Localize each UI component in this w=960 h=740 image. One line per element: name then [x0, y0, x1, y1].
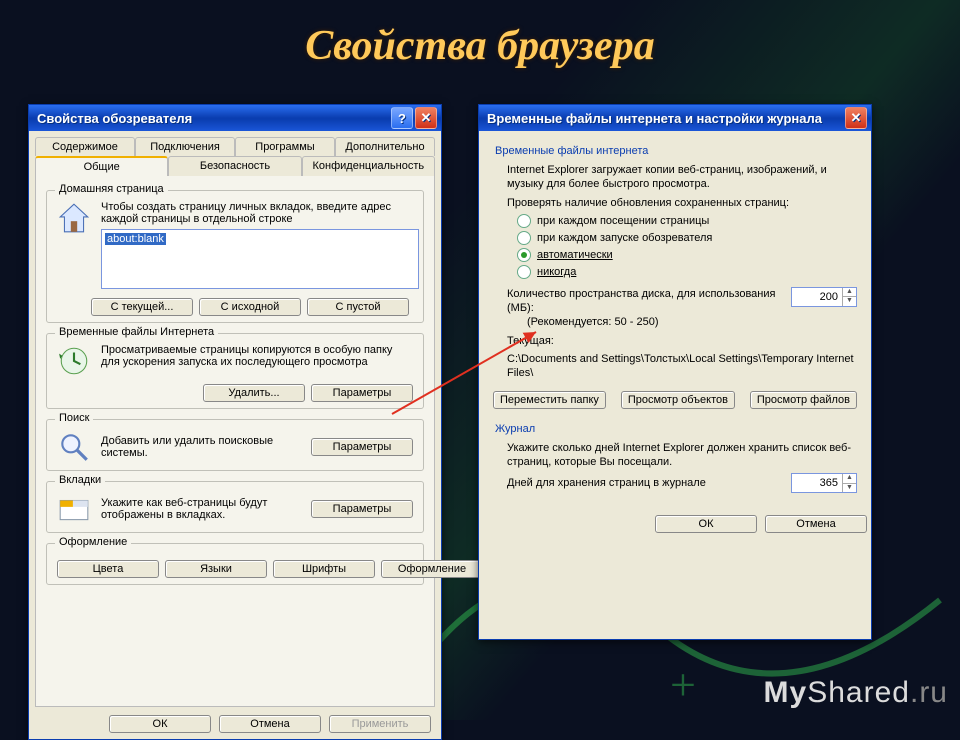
temp-settings-button[interactable]: Параметры: [311, 384, 413, 402]
days-input[interactable]: [792, 474, 842, 492]
tab-row-upper: Содержимое Подключения Программы Дополни…: [35, 137, 435, 156]
titlebar[interactable]: Свойства обозревателя ? ✕: [29, 105, 441, 131]
radio-auto[interactable]: автоматически: [517, 248, 857, 262]
tabs-settings-button[interactable]: Параметры: [311, 500, 413, 518]
svg-text:+: +: [670, 659, 696, 710]
help-button[interactable]: ?: [391, 107, 413, 129]
radio-label: при каждом посещении страницы: [537, 215, 709, 227]
section-journal-heading: Журнал: [495, 423, 857, 435]
disk-space-input[interactable]: [792, 288, 842, 306]
cancel-button[interactable]: Отмена: [765, 515, 867, 533]
disk-space-spinner[interactable]: ▲▼: [791, 287, 857, 307]
use-default-button[interactable]: С исходной: [199, 298, 301, 316]
window-temp-settings: Временные файлы интернета и настройки жу…: [478, 104, 872, 640]
current-label: Текущая:: [507, 334, 857, 348]
watermark-left: My: [764, 676, 808, 709]
close-button[interactable]: ✕: [845, 107, 867, 129]
view-files-button[interactable]: Просмотр файлов: [750, 391, 857, 409]
ok-button[interactable]: ОК: [109, 715, 211, 733]
view-objects-button[interactable]: Просмотр объектов: [621, 391, 735, 409]
home-icon: [57, 201, 91, 235]
move-folder-button[interactable]: Переместить папку: [493, 391, 606, 409]
temp-desc2: Проверять наличие обновления сохраненных…: [507, 196, 857, 210]
group-homepage: Домашняя страница Чтобы создать страницу…: [46, 190, 424, 323]
tab-content[interactable]: Содержимое: [35, 137, 135, 156]
current-path: C:\Documents and Settings\Толстых\Local …: [507, 352, 857, 381]
days-spinner[interactable]: ▲▼: [791, 473, 857, 493]
radio-every-start[interactable]: при каждом запуске обозревателя: [517, 231, 857, 245]
group-temp-files-legend: Временные файлы Интернета: [55, 326, 218, 338]
fonts-button[interactable]: Шрифты: [273, 560, 375, 578]
dialog-button-row: ОК Отмена Применить: [35, 707, 435, 739]
group-appearance: Оформление Цвета Языки Шрифты Оформление: [46, 543, 424, 585]
radio-every-visit[interactable]: при каждом посещении страницы: [517, 214, 857, 228]
disk-hint: (Рекомендуется: 50 - 250): [527, 315, 781, 329]
tab-general-panel: Домашняя страница Чтобы создать страницу…: [35, 176, 435, 707]
close-button[interactable]: ✕: [415, 107, 437, 129]
radio-icon: [517, 214, 531, 228]
spin-down-icon[interactable]: ▼: [842, 484, 856, 493]
cancel-button[interactable]: Отмена: [219, 715, 321, 733]
titlebar[interactable]: Временные файлы интернета и настройки жу…: [479, 105, 871, 131]
history-icon: [57, 344, 91, 378]
days-label: Дней для хранения страниц в журнале: [507, 476, 781, 490]
watermark-right: .ru: [910, 676, 948, 709]
search-settings-button[interactable]: Параметры: [311, 438, 413, 456]
group-tabs-legend: Вкладки: [55, 474, 105, 486]
group-tabs: Вкладки Укажите как веб-страницы будут о…: [46, 481, 424, 533]
spin-down-icon[interactable]: ▼: [842, 297, 856, 306]
tab-advanced[interactable]: Дополнительно: [335, 137, 435, 156]
homepage-hint: Чтобы создать страницу личных вкладок, в…: [101, 201, 413, 225]
search-icon: [57, 430, 91, 464]
spin-up-icon[interactable]: ▲: [842, 288, 856, 298]
temp-desc1: Internet Explorer загружает копии веб-ст…: [507, 163, 857, 192]
disk-label: Количество пространства диска, для испол…: [507, 287, 781, 316]
radio-icon: [517, 265, 531, 279]
radio-label: при каждом запуске обозревателя: [537, 232, 712, 244]
homepage-value-selected: about:blank: [105, 233, 166, 245]
accessibility-button[interactable]: Оформление: [381, 560, 483, 578]
languages-button[interactable]: Языки: [165, 560, 267, 578]
radio-icon: [517, 231, 531, 245]
journal-hint: Укажите сколько дней Internet Explorer д…: [507, 441, 857, 470]
ok-button[interactable]: ОК: [655, 515, 757, 533]
tab-connections[interactable]: Подключения: [135, 137, 235, 156]
apply-button[interactable]: Применить: [329, 715, 431, 733]
dialog-button-row: ОК Отмена: [479, 507, 871, 539]
tab-programs[interactable]: Программы: [235, 137, 335, 156]
watermark: MyShared.ru: [764, 676, 948, 710]
window-internet-options: Свойства обозревателя ? ✕ Содержимое Под…: [28, 104, 442, 740]
use-current-button[interactable]: С текущей...: [91, 298, 193, 316]
tabs-hint: Укажите как веб-страницы будут отображен…: [101, 497, 311, 521]
radio-icon: [517, 248, 531, 262]
group-search: Поиск Добавить или удалить поисковые сис…: [46, 419, 424, 471]
search-hint: Добавить или удалить поисковые системы.: [101, 435, 311, 459]
radio-never[interactable]: никогда: [517, 265, 857, 279]
group-appearance-legend: Оформление: [55, 536, 131, 548]
radio-label: автоматически: [537, 249, 613, 261]
radio-label: никогда: [537, 266, 576, 278]
tab-row-lower: Общие Безопасность Конфиденциальность: [35, 156, 435, 176]
temp-files-hint: Просматриваемые страницы копируются в ос…: [101, 344, 413, 378]
group-search-legend: Поиск: [55, 412, 93, 424]
window-title: Временные файлы интернета и настройки жу…: [487, 111, 843, 126]
colors-button[interactable]: Цвета: [57, 560, 159, 578]
tabs-icon: [57, 492, 91, 526]
slide-title: Свойства браузера: [0, 22, 960, 70]
watermark-mid: Shared: [807, 676, 910, 709]
tab-general[interactable]: Общие: [35, 156, 168, 176]
group-homepage-legend: Домашняя страница: [55, 183, 168, 195]
use-blank-button[interactable]: С пустой: [307, 298, 409, 316]
spin-up-icon[interactable]: ▲: [842, 474, 856, 484]
delete-button[interactable]: Удалить...: [203, 384, 305, 402]
group-temp-files: Временные файлы Интернета Просматриваемы…: [46, 333, 424, 409]
window-title: Свойства обозревателя: [37, 111, 389, 126]
tab-security[interactable]: Безопасность: [168, 156, 301, 176]
section-temp-heading: Временные файлы интернета: [495, 145, 857, 157]
tab-privacy[interactable]: Конфиденциальность: [302, 156, 435, 176]
